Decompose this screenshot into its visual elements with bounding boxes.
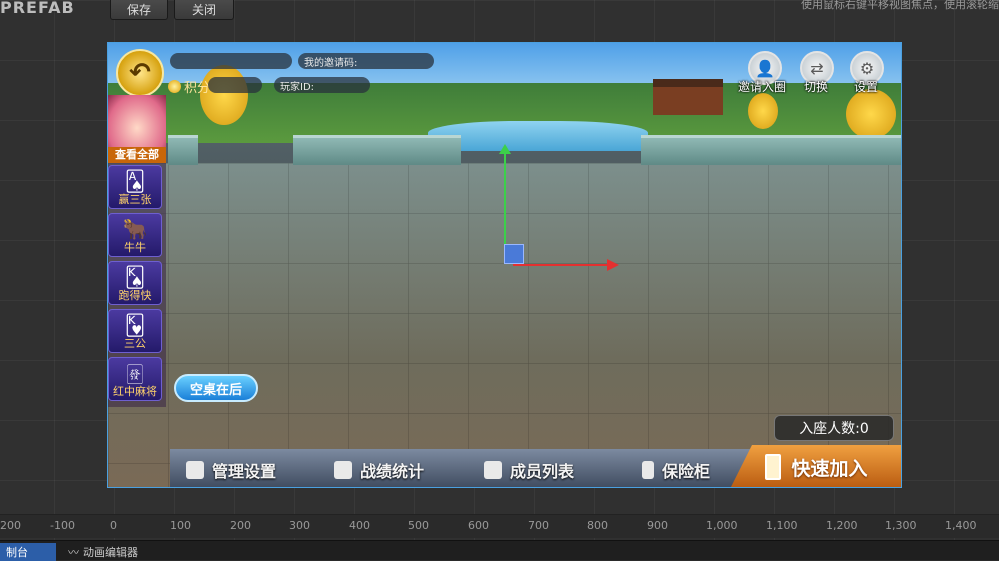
move-gizmo-center[interactable]: [504, 244, 524, 264]
back-arrow-icon: ↶: [129, 58, 151, 88]
tab-console[interactable]: 制台: [0, 543, 56, 561]
game-item-label: 赢三张: [118, 193, 152, 206]
game-item-niuniu[interactable]: 🐂 牛牛: [108, 213, 162, 257]
ruler-tick: 400: [349, 519, 370, 532]
report-icon: [334, 461, 352, 479]
water-decoration: [428, 121, 648, 151]
prefab-title: PREFAB: [0, 0, 75, 17]
railing-decoration: [168, 135, 198, 165]
grid-icon: [186, 461, 204, 479]
mahjong-tile-icon: 🀅: [127, 361, 143, 385]
ruler-tick: 200: [230, 519, 251, 532]
ruler-tick: 100: [170, 519, 191, 532]
game-item-label: 牛牛: [124, 241, 146, 254]
game-item-pao-de-kuai[interactable]: 🂮 跑得快: [108, 261, 162, 305]
members-button[interactable]: 成员列表: [484, 453, 574, 487]
bottom-tab-bar: 制台 〰动画编辑器: [0, 540, 999, 561]
stats-button[interactable]: 战绩统计: [334, 453, 424, 487]
tree-decoration: [846, 89, 896, 139]
score-label: 积分: [184, 81, 211, 96]
player-name-field: [170, 53, 292, 69]
game-item-san-gong[interactable]: 🂾 三公: [108, 309, 162, 353]
animation-icon: 〰: [68, 546, 79, 559]
ruler-tick: 0: [110, 519, 117, 532]
stats-label: 战绩统计: [360, 462, 425, 481]
game-canvas[interactable]: ↶ 我的邀请码: 积分 玩家ID: 👤 邀请入圈 ⇄ 切换 ⚙ 设置 查看全部 …: [107, 42, 902, 488]
house-decoration: [653, 79, 723, 115]
tab-animation-editor[interactable]: 〰动画编辑器: [62, 543, 144, 561]
railing-decoration: [641, 135, 901, 165]
tree-decoration: [748, 93, 778, 129]
railing-decoration: [293, 135, 461, 165]
ruler-tick: 200: [0, 519, 21, 532]
ruler-tick: 1,200: [826, 519, 858, 532]
cabinet-icon: [642, 461, 654, 479]
add-user-icon: 👤: [755, 58, 775, 78]
quick-join-label: 快速加入: [791, 457, 868, 480]
back-button[interactable]: ↶: [116, 49, 164, 97]
cards-icon: 🂮: [124, 265, 146, 289]
users-icon: [484, 461, 502, 479]
cards-icon: 🂡: [124, 169, 146, 193]
player-id-field: 玩家ID:: [274, 77, 370, 93]
empty-table-button[interactable]: 空桌在后: [174, 374, 258, 402]
ruler-tick: 600: [468, 519, 489, 532]
bull-icon: 🐂: [122, 217, 148, 241]
game-item-label: 三公: [124, 337, 146, 350]
score: 积分: [168, 77, 210, 96]
gear-icon: ⚙: [859, 58, 875, 78]
invite-label: 邀请入圈: [738, 80, 787, 94]
swap-icon: ⇄: [810, 58, 824, 78]
ruler-tick: 1,300: [885, 519, 917, 532]
horizontal-ruler: 200 -100 0 100 200 300 400 500 600 700 8…: [0, 514, 999, 538]
ruler-tick: 700: [528, 519, 549, 532]
scene-editor: PREFAB 保存 关闭 使用鼠标右键平移视图焦点，使用滚轮缩 ↶ 我的邀请码:…: [0, 0, 999, 561]
ruler-tick: 300: [289, 519, 310, 532]
move-gizmo-y-axis[interactable]: [499, 144, 511, 248]
close-button[interactable]: 关闭: [174, 0, 234, 20]
safe-button[interactable]: 保险柜: [642, 453, 710, 487]
ruler-tick: 800: [587, 519, 608, 532]
safe-label: 保险柜: [662, 462, 711, 481]
score-value-field: [208, 77, 262, 93]
game-item-hongzhong-mahjong[interactable]: 🀅 红中麻将: [108, 357, 162, 401]
ruler-tick: 1,000: [706, 519, 738, 532]
coin-icon: [168, 80, 181, 93]
tab-animation-editor-label: 动画编辑器: [83, 546, 138, 559]
game-item-label: 跑得快: [118, 289, 152, 302]
manage-settings-button[interactable]: 管理设置: [186, 453, 276, 487]
settings-label: 设置: [854, 80, 879, 94]
invite-code-label: 我的邀请码:: [304, 57, 358, 69]
save-button[interactable]: 保存: [110, 0, 168, 20]
ruler-tick: 1,400: [945, 519, 977, 532]
ruler-tick: 900: [647, 519, 668, 532]
manage-settings-label: 管理设置: [212, 462, 277, 481]
invite-code-field: 我的邀请码:: [298, 53, 434, 69]
view-all-button[interactable]: 查看全部: [108, 147, 166, 163]
quick-join-button[interactable]: 快速加入: [730, 445, 901, 487]
player-id-label: 玩家ID:: [280, 81, 315, 93]
members-label: 成员列表: [510, 462, 575, 481]
ruler-tick: 500: [408, 519, 429, 532]
ruler-tick: 1,100: [766, 519, 798, 532]
ruler-tick: -100: [50, 519, 75, 532]
seated-count: 入座人数:0: [774, 415, 894, 441]
cards-icon: 🂾: [124, 313, 146, 337]
switch-label: 切换: [804, 80, 829, 94]
door-icon: [765, 454, 782, 480]
move-gizmo-x-axis[interactable]: [513, 259, 619, 271]
game-item-label: 红中麻将: [113, 385, 157, 398]
editor-hint: 使用鼠标右键平移视图焦点，使用滚轮缩: [801, 0, 999, 11]
game-item-zha-jin-hua[interactable]: 🂡 赢三张: [108, 165, 162, 209]
